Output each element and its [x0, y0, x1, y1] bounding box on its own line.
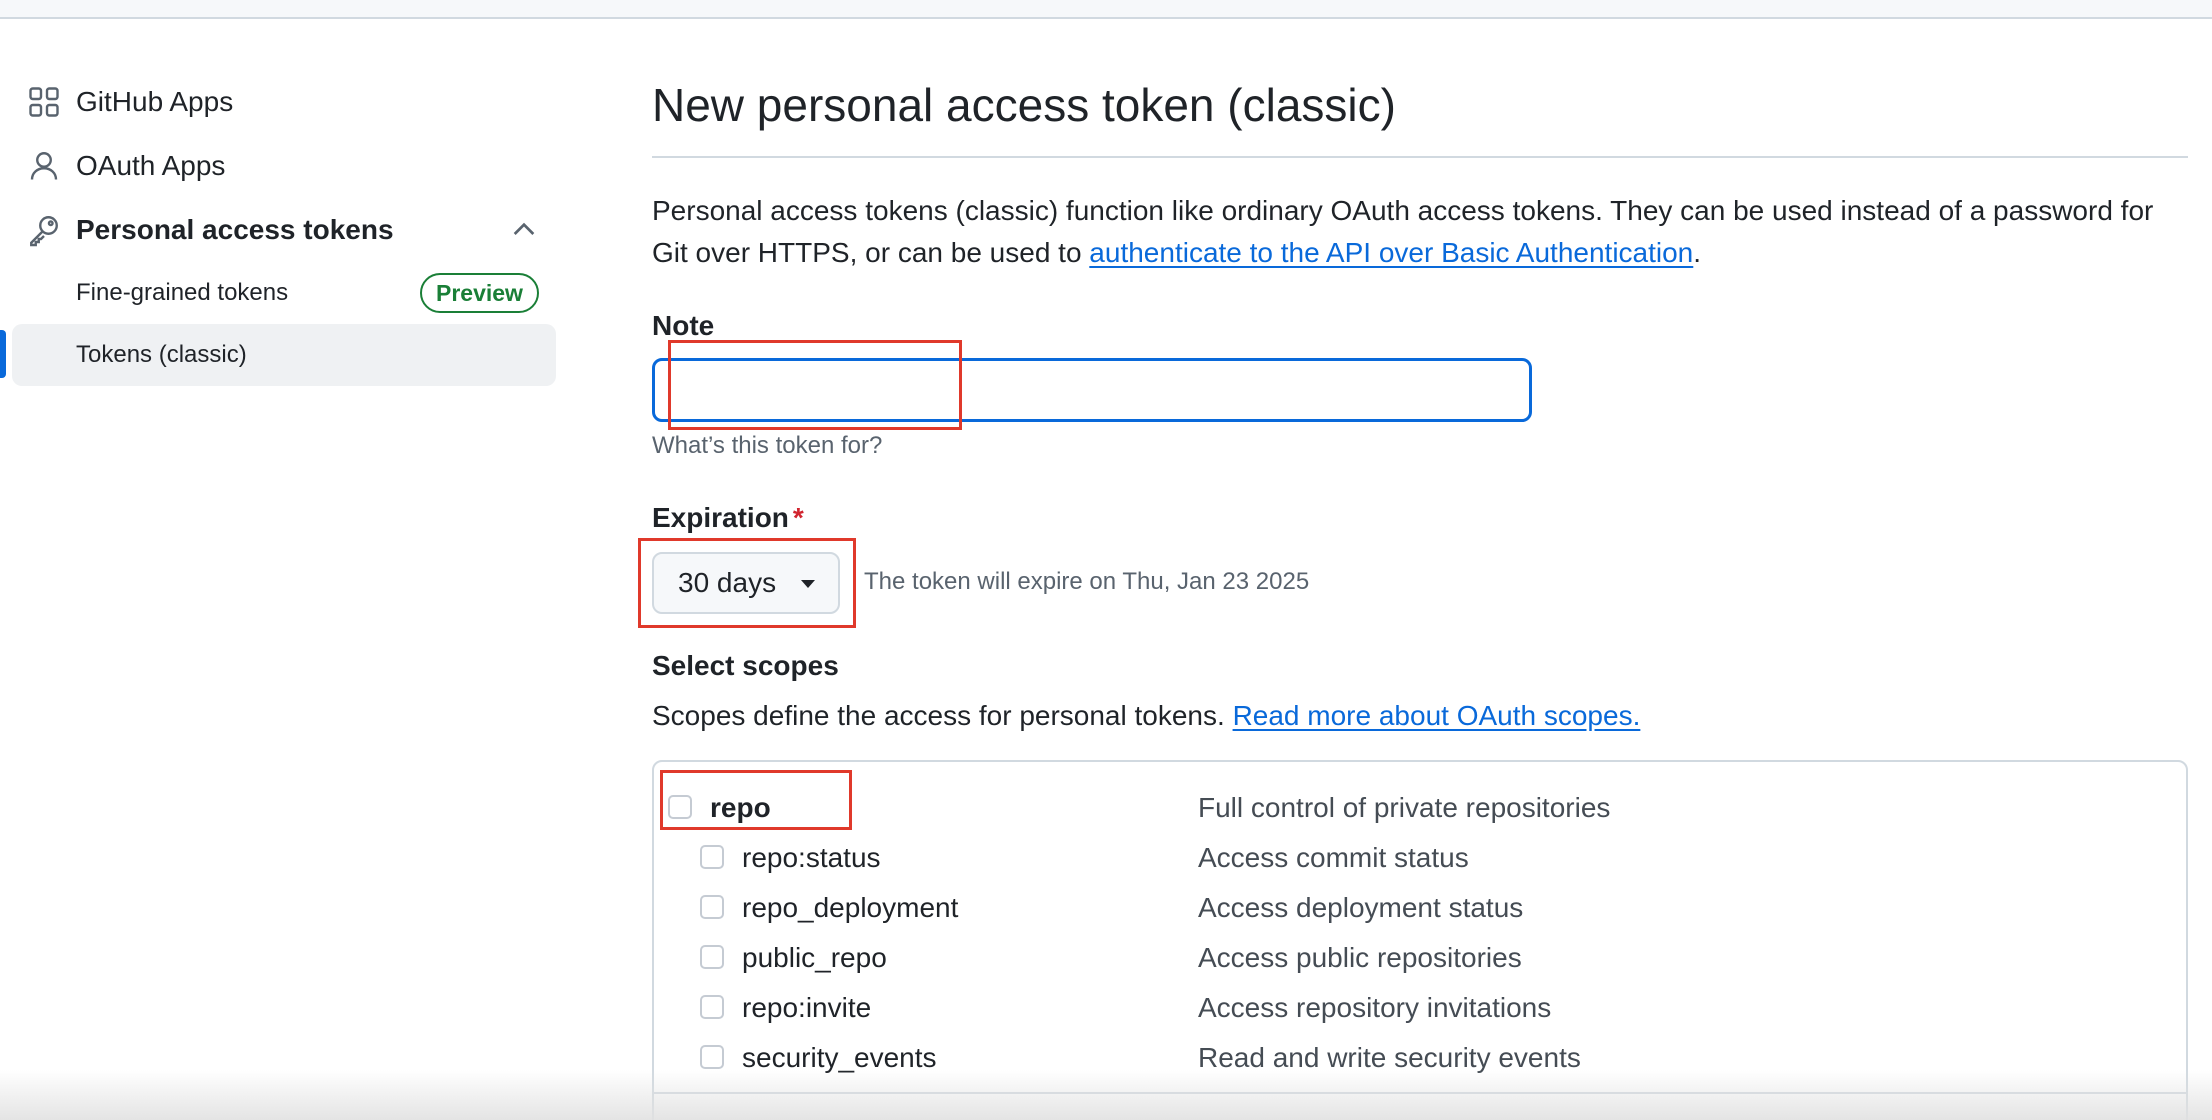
scope-checkbox[interactable] — [700, 895, 724, 919]
scope-row-security-events[interactable]: security_events Read and write security … — [654, 1032, 2184, 1082]
intro-end: . — [1693, 237, 1702, 268]
settings-sidebar: GitHub Apps OAuth Apps Personal access t… — [0, 70, 560, 386]
scope-row-repo-deployment[interactable]: repo_deployment Access deployment status — [654, 882, 2184, 932]
sidebar-item-oauth-apps[interactable]: OAuth Apps — [0, 134, 560, 198]
scope-name: security_events — [742, 1042, 937, 1073]
scopes-divider — [654, 1092, 2186, 1094]
scope-name: repo_deployment — [742, 892, 959, 923]
sidebar-item-label: GitHub Apps — [76, 86, 234, 117]
scope-description: Access commit status — [1198, 842, 1469, 873]
preview-badge: Preview — [420, 273, 539, 313]
scopes-heading: Select scopes — [652, 650, 839, 681]
sidebar-item-personal-access-tokens[interactable]: Personal access tokens — [0, 198, 560, 262]
scopes-description: Scopes define the access for personal to… — [652, 700, 1640, 732]
apps-grid-icon — [29, 87, 59, 117]
scope-row-public-repo[interactable]: public_repo Access public repositories — [654, 932, 2184, 982]
scope-checkbox[interactable] — [700, 995, 724, 1019]
scope-description: Access public repositories — [1198, 942, 1522, 973]
sidebar-item-label: Tokens (classic) — [76, 341, 247, 368]
page-title: New personal access token (classic) — [652, 79, 1396, 131]
active-indicator — [0, 330, 6, 378]
scope-name: repo:invite — [742, 992, 872, 1023]
scope-checkbox[interactable] — [668, 795, 692, 819]
sidebar-item-label: Personal access tokens — [76, 214, 394, 245]
scopes-list: repo Full control of private repositorie… — [652, 760, 2188, 1120]
sidebar-item-github-apps[interactable]: GitHub Apps — [0, 70, 560, 134]
scope-checkbox[interactable] — [700, 945, 724, 969]
sidebar-item-fine-grained-tokens[interactable]: Fine-grained tokens Preview — [0, 262, 560, 324]
title-divider — [652, 156, 2188, 158]
note-hint: What’s this token for? — [652, 432, 883, 459]
person-icon — [30, 152, 58, 180]
oauth-scopes-link[interactable]: Read more about OAuth scopes. — [1233, 700, 1641, 731]
scope-checkbox[interactable] — [700, 1045, 724, 1069]
scope-name: repo:status — [742, 842, 881, 873]
scope-row-repo-status[interactable]: repo:status Access commit status — [654, 832, 2184, 882]
scope-description: Full control of private repositories — [1198, 792, 1611, 823]
main-content: New personal access token (classic) Pers… — [652, 0, 2188, 1120]
key-icon — [30, 216, 58, 247]
scope-row-repo-invite[interactable]: repo:invite Access repository invitation… — [654, 982, 2184, 1032]
caret-down-icon — [801, 580, 815, 588]
scope-row-repo[interactable]: repo Full control of private repositorie… — [654, 782, 2184, 832]
sidebar-item-tokens-classic[interactable]: Tokens (classic) — [12, 324, 556, 386]
scope-description: Access deployment status — [1198, 892, 1524, 923]
note-label: Note — [652, 310, 715, 341]
expiration-dropdown[interactable]: 30 days — [652, 552, 840, 614]
scope-description: Read and write security events — [1198, 1042, 1581, 1073]
expiration-label: Expiration * — [652, 502, 804, 534]
scope-name: repo — [710, 792, 771, 823]
sidebar-item-label: OAuth Apps — [76, 150, 226, 181]
scope-description: Access repository invitations — [1198, 992, 1552, 1023]
scope-name: public_repo — [742, 942, 887, 973]
expiration-selected: 30 days — [678, 567, 777, 598]
intro-paragraph: Personal access tokens (classic) functio… — [652, 190, 2188, 274]
note-input[interactable] — [652, 358, 1532, 422]
basic-auth-link[interactable]: authenticate to the API over Basic Authe… — [1089, 237, 1693, 268]
scope-checkbox[interactable] — [700, 845, 724, 869]
sidebar-item-label: Fine-grained tokens — [76, 279, 289, 306]
scopes-description-text: Scopes define the access for personal to… — [652, 700, 1233, 731]
expiration-note: The token will expire on Thu, Jan 23 202… — [864, 568, 1310, 595]
expiration-label-text: Expiration — [652, 502, 789, 533]
required-asterisk: * — [792, 502, 804, 533]
chevron-up-icon[interactable] — [508, 214, 540, 246]
